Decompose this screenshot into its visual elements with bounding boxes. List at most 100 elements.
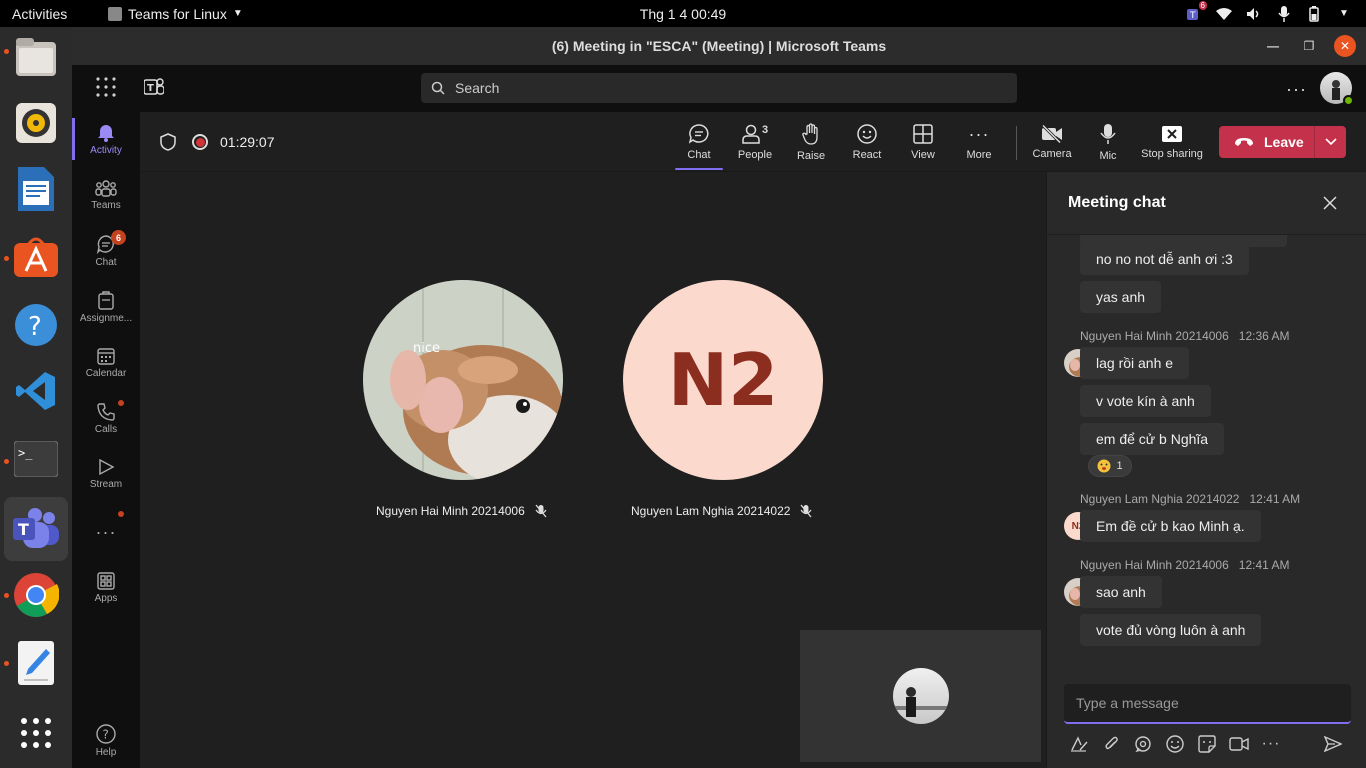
rail-item-chat[interactable]: Chat 6 <box>72 226 140 276</box>
teams-tray-icon[interactable]: T 6 <box>1186 0 1207 22</box>
show-applications-icon[interactable] <box>12 709 60 757</box>
text-editor-app-icon[interactable] <box>12 639 60 687</box>
raise-hand-icon <box>802 122 818 145</box>
files-app-icon[interactable] <box>12 33 60 81</box>
microphone-icon[interactable] <box>1276 5 1292 22</box>
raise-hand-button[interactable]: Raise <box>785 112 837 172</box>
rail-item-more-apps[interactable]: ··· <box>72 507 140 557</box>
maximize-button[interactable]: ❐ <box>1298 35 1320 57</box>
react-button[interactable]: React <box>841 112 893 172</box>
profile-avatar[interactable] <box>1320 72 1354 106</box>
toolbar-label: Raise <box>796 149 826 162</box>
rail-item-apps[interactable]: Apps <box>72 563 140 613</box>
camera-off-icon <box>1041 124 1062 143</box>
message-input[interactable] <box>1076 695 1336 711</box>
rail-item-activity[interactable]: Activity <box>72 114 140 164</box>
system-menu-caret-icon[interactable]: ▼ <box>1336 6 1352 22</box>
meet-now-button[interactable] <box>1229 734 1249 754</box>
chat-message-list[interactable]: no no not dễ anh ơi :3 yas anh Nguyen Ha… <box>1047 235 1366 675</box>
people-button[interactable]: 3 People <box>729 112 781 172</box>
chat-message[interactable]: v vote kín à anh <box>1080 385 1211 417</box>
chat-message[interactable]: lag rồi anh e <box>1080 347 1190 379</box>
more-icon: ··· <box>95 521 117 542</box>
terminal-app-icon[interactable]: >_ <box>12 435 60 483</box>
chat-toggle-button[interactable]: Chat <box>673 112 725 172</box>
running-indicator <box>4 256 9 261</box>
app-launcher-icon[interactable] <box>96 77 116 97</box>
rail-label: Activity <box>90 145 122 156</box>
chrome-app-icon[interactable] <box>12 571 60 619</box>
emoji-button[interactable] <box>1165 734 1185 754</box>
format-pen-icon <box>1071 736 1088 752</box>
toolbar-label: Stop sharing <box>1141 147 1203 160</box>
more-actions-button[interactable]: ··· More <box>953 112 1005 172</box>
chat-message[interactable]: yas anh <box>1080 281 1162 313</box>
chat-message[interactable]: Em đề cử b kao Minh ạ. <box>1080 510 1261 542</box>
rail-label: Apps <box>94 593 118 604</box>
rhythmbox-app-icon[interactable] <box>12 99 60 147</box>
more-options-icon[interactable]: ··· <box>1286 79 1307 100</box>
attach-button[interactable] <box>1101 734 1121 754</box>
meeting-stage: nice Nguyen Hai Minh 20214006 N2 Nguyen … <box>140 172 1046 768</box>
format-button[interactable] <box>1069 734 1089 754</box>
dock: ? >_ T <box>0 27 72 768</box>
teams-header: T Search ··· <box>72 65 1366 112</box>
calendar-icon <box>97 348 115 365</box>
rail-item-help[interactable]: ? Help <box>72 716 140 766</box>
ubuntu-software-app-icon[interactable] <box>12 233 60 281</box>
hang-up-icon <box>1235 138 1253 146</box>
loop-button[interactable] <box>1133 734 1153 754</box>
chat-message[interactable]: no no not dễ anh ơi :3 <box>1080 243 1249 275</box>
people-icon <box>742 124 760 144</box>
toolbar-divider <box>1016 126 1017 160</box>
rail-item-calendar[interactable]: Calendar <box>72 338 140 388</box>
tray-badge: 6 <box>1198 0 1207 10</box>
message-time: 12:41 AM <box>1249 492 1301 506</box>
help-app-icon[interactable]: ? <box>12 301 60 349</box>
system-tray: T 6 ▼ <box>1186 0 1352 27</box>
apps-icon <box>97 572 115 590</box>
status-available-dot <box>1343 95 1354 106</box>
teams-app-icon[interactable]: T <box>4 497 68 561</box>
battery-icon[interactable] <box>1306 5 1322 22</box>
rail-item-stream[interactable]: Stream <box>72 449 140 499</box>
send-button[interactable] <box>1323 734 1343 754</box>
volume-icon[interactable] <box>1246 6 1262 22</box>
participant-avatar-hamster[interactable]: nice <box>363 280 563 480</box>
activities-button[interactable]: Activities <box>0 6 90 22</box>
camera-toggle-button[interactable]: Camera <box>1026 112 1078 172</box>
wifi-icon[interactable] <box>1216 6 1232 22</box>
stop-sharing-button[interactable]: Stop sharing <box>1138 112 1206 172</box>
surprised-emoji-icon <box>1097 459 1111 473</box>
message-compose-box[interactable] <box>1064 684 1351 724</box>
clock[interactable]: Thg 1 4 00:49 <box>640 6 726 22</box>
shield-icon[interactable] <box>160 133 176 156</box>
rail-item-calls[interactable]: Calls <box>72 394 140 444</box>
app-menu[interactable]: Teams for Linux ▼ <box>108 6 243 22</box>
chat-message[interactable]: em để cử b Nghĩa <box>1080 423 1225 455</box>
self-view-tile[interactable] <box>800 630 1041 762</box>
participant-name-tag: Nguyen Hai Minh 20214006 <box>376 504 547 518</box>
participant-avatar-n2[interactable]: N2 <box>623 280 823 480</box>
close-window-button[interactable]: ✕ <box>1334 35 1356 57</box>
view-button[interactable]: View <box>897 112 949 172</box>
sender-name: Nguyen Lam Nghia 20214022 <box>1080 492 1240 506</box>
rail-item-assignments[interactable]: Assignme... <box>72 282 140 332</box>
mic-toggle-button[interactable]: Mic <box>1082 112 1134 172</box>
minimize-button[interactable]: — <box>1262 35 1284 57</box>
close-chat-button[interactable] <box>1323 196 1339 212</box>
phone-icon <box>97 403 115 421</box>
search-box[interactable]: Search <box>421 73 1017 103</box>
more-compose-options[interactable]: ··· <box>1261 734 1281 754</box>
search-placeholder: Search <box>455 80 500 96</box>
vscode-app-icon[interactable] <box>12 367 60 415</box>
leave-button[interactable]: Leave <box>1219 126 1346 158</box>
chat-message[interactable]: sao anh <box>1080 576 1162 608</box>
chat-message[interactable]: vote đủ vòng luôn à anh <box>1080 614 1262 646</box>
rail-item-teams[interactable]: Teams <box>72 170 140 220</box>
leave-label: Leave <box>1264 134 1304 150</box>
message-reaction[interactable]: 1 <box>1088 455 1132 477</box>
libreoffice-writer-app-icon[interactable] <box>12 165 60 213</box>
leave-options-dropdown[interactable] <box>1314 126 1346 158</box>
sticker-button[interactable] <box>1197 734 1217 754</box>
